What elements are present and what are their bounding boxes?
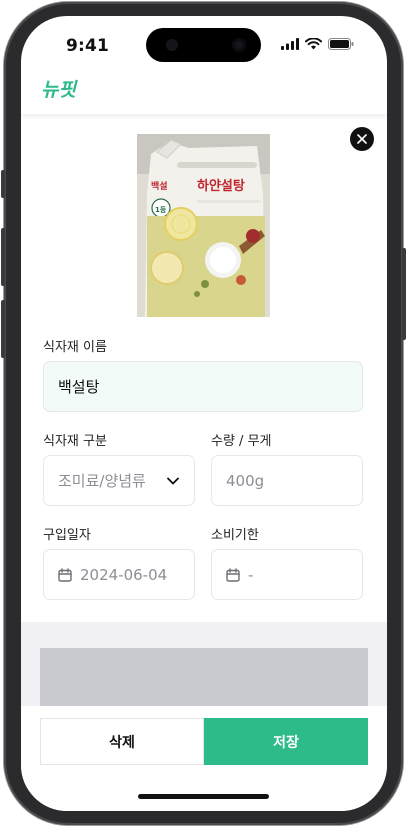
expiry-date-value: - xyxy=(248,565,254,584)
ingredient-name-label: 식자재 이름 xyxy=(43,340,107,355)
product-photo[interactable]: 하얀설탕 백설 1등 xyxy=(137,134,270,317)
side-button-volume-up xyxy=(1,228,5,286)
svg-text:하얀설탕: 하얀설탕 xyxy=(197,178,245,194)
svg-text:뉴핏: 뉴핏 xyxy=(41,79,78,101)
expiry-date-input[interactable]: - xyxy=(211,549,363,600)
quantity-weight-label: 수량 / 무게 xyxy=(211,434,272,449)
expiry-date-label: 소비기한 xyxy=(211,528,259,543)
newfit-logo-icon: 뉴핏 xyxy=(41,79,78,101)
svg-text:1등: 1등 xyxy=(155,205,167,214)
cellular-signal-icon xyxy=(281,38,299,50)
wifi-icon xyxy=(305,38,322,50)
save-button[interactable]: 저장 xyxy=(204,718,368,765)
ingredient-category-value: 조미료/양념류 xyxy=(58,472,146,490)
quantity-weight-input[interactable]: 400g xyxy=(211,455,363,506)
header-divider xyxy=(21,114,387,120)
status-icons xyxy=(281,38,354,50)
purchase-date-value: 2024-06-04 xyxy=(80,565,168,584)
svg-text:백설: 백설 xyxy=(151,180,168,192)
ingredient-category-label: 식자재 구분 xyxy=(43,434,107,449)
sugar-package-illustration: 하얀설탕 백설 1등 xyxy=(137,134,270,317)
island-camera xyxy=(232,38,246,52)
home-indicator[interactable] xyxy=(138,794,269,799)
status-time: 9:41 xyxy=(66,36,110,56)
purchase-date-label: 구입일자 xyxy=(43,528,91,543)
calendar-icon xyxy=(58,567,72,582)
app-screen: 9:41 뉴핏 하얀설탕 백설 1등 식자재 이름 백설탕 식자재 구분 조미료… xyxy=(21,16,387,811)
close-button[interactable] xyxy=(350,127,374,151)
side-button-power xyxy=(402,248,406,340)
ingredient-name-value: 백설탕 xyxy=(58,378,100,396)
ingredient-name-input[interactable]: 백설탕 xyxy=(43,361,363,412)
status-bar: 9:41 xyxy=(21,16,387,76)
app-logo[interactable]: 뉴핏 xyxy=(41,76,79,106)
side-button-volume-down xyxy=(1,300,5,358)
island-sensor xyxy=(166,39,178,51)
purchase-date-input[interactable]: 2024-06-04 xyxy=(43,549,195,600)
ingredient-category-select[interactable]: 조미료/양념류 xyxy=(43,455,195,506)
battery-icon xyxy=(328,38,354,50)
side-button-silent xyxy=(1,170,5,198)
chevron-down-icon xyxy=(167,477,179,485)
quantity-weight-value: 400g xyxy=(226,471,265,490)
bottom-action-bar: 삭제 저장 xyxy=(21,706,387,811)
delete-button[interactable]: 삭제 xyxy=(40,718,204,765)
close-icon xyxy=(357,134,367,144)
calendar-icon xyxy=(226,567,240,582)
dynamic-island xyxy=(146,28,261,62)
